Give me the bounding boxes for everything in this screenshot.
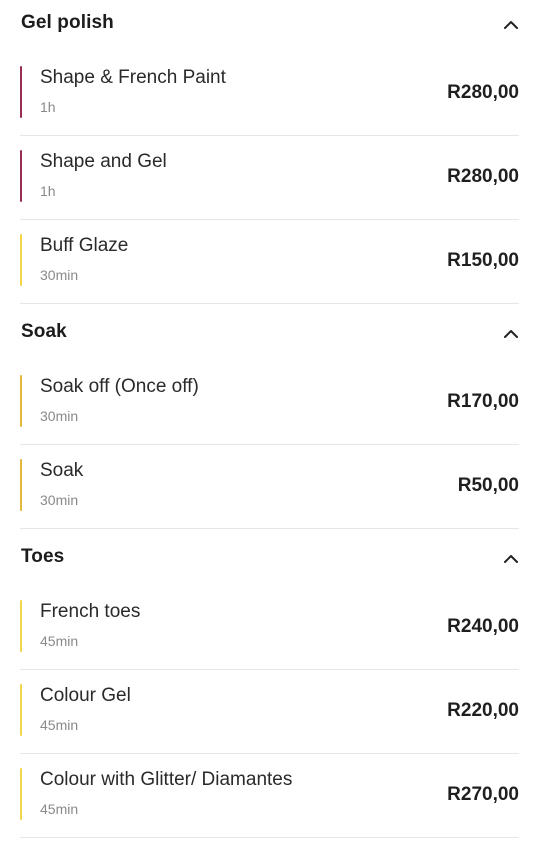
service-name: Buff Glaze — [40, 235, 129, 256]
section-title: Toes — [21, 546, 65, 567]
divider — [20, 528, 519, 529]
service-name: Colour with Glitter/ Diamantes — [40, 769, 293, 790]
service-item-shape-french-paint[interactable]: Shape & French Paint 1h R280,00 — [0, 52, 540, 136]
divider — [20, 303, 519, 304]
category-color-bar — [20, 66, 22, 118]
service-item-colour-gel[interactable]: Colour Gel 45min R220,00 — [0, 670, 540, 754]
section-header-soak[interactable]: Soak — [0, 309, 540, 359]
service-item-french-toes[interactable]: French toes 45min R240,00 — [0, 586, 540, 670]
service-duration: 1h — [40, 99, 56, 115]
service-duration: 45min — [40, 717, 79, 733]
service-name: Soak — [40, 460, 84, 481]
service-price: R240,00 — [447, 616, 519, 637]
service-duration: 30min — [40, 267, 79, 283]
section-header-gel-polish[interactable]: Gel polish — [0, 0, 540, 50]
chevron-up-icon[interactable] — [500, 548, 522, 570]
section-title: Soak — [21, 321, 67, 342]
service-duration: 30min — [40, 408, 79, 424]
service-price: R280,00 — [447, 82, 519, 103]
category-color-bar — [20, 150, 22, 202]
service-item-shape-and-gel[interactable]: Shape and Gel 1h R280,00 — [0, 136, 540, 220]
category-color-bar — [20, 768, 22, 820]
service-price: R220,00 — [447, 700, 519, 721]
category-color-bar — [20, 234, 22, 286]
service-name: Colour Gel — [40, 685, 131, 706]
service-item-buff-glaze[interactable]: Buff Glaze 30min R150,00 — [0, 220, 540, 304]
service-name: Shape & French Paint — [40, 67, 226, 88]
service-price: R150,00 — [447, 250, 519, 271]
service-duration: 45min — [40, 633, 79, 649]
service-name: French toes — [40, 601, 141, 622]
service-item-soak[interactable]: Soak 30min R50,00 — [0, 445, 540, 529]
service-item-soak-off[interactable]: Soak off (Once off) 30min R170,00 — [0, 361, 540, 445]
service-name: Shape and Gel — [40, 151, 167, 172]
service-duration: 1h — [40, 183, 56, 199]
chevron-up-icon[interactable] — [500, 14, 522, 36]
section-title: Gel polish — [21, 12, 114, 33]
service-duration: 45min — [40, 801, 79, 817]
service-duration: 30min — [40, 492, 79, 508]
category-color-bar — [20, 375, 22, 427]
service-price: R280,00 — [447, 166, 519, 187]
category-color-bar — [20, 684, 22, 736]
service-item-colour-glitter-diamantes[interactable]: Colour with Glitter/ Diamantes 45min R27… — [0, 754, 540, 838]
category-color-bar — [20, 600, 22, 652]
category-color-bar — [20, 459, 22, 511]
divider — [20, 837, 519, 838]
service-price: R170,00 — [447, 391, 519, 412]
service-price: R270,00 — [447, 784, 519, 805]
service-price: R50,00 — [457, 475, 519, 496]
service-name: Soak off (Once off) — [40, 376, 199, 397]
chevron-up-icon[interactable] — [500, 323, 522, 345]
section-header-toes[interactable]: Toes — [0, 534, 540, 584]
